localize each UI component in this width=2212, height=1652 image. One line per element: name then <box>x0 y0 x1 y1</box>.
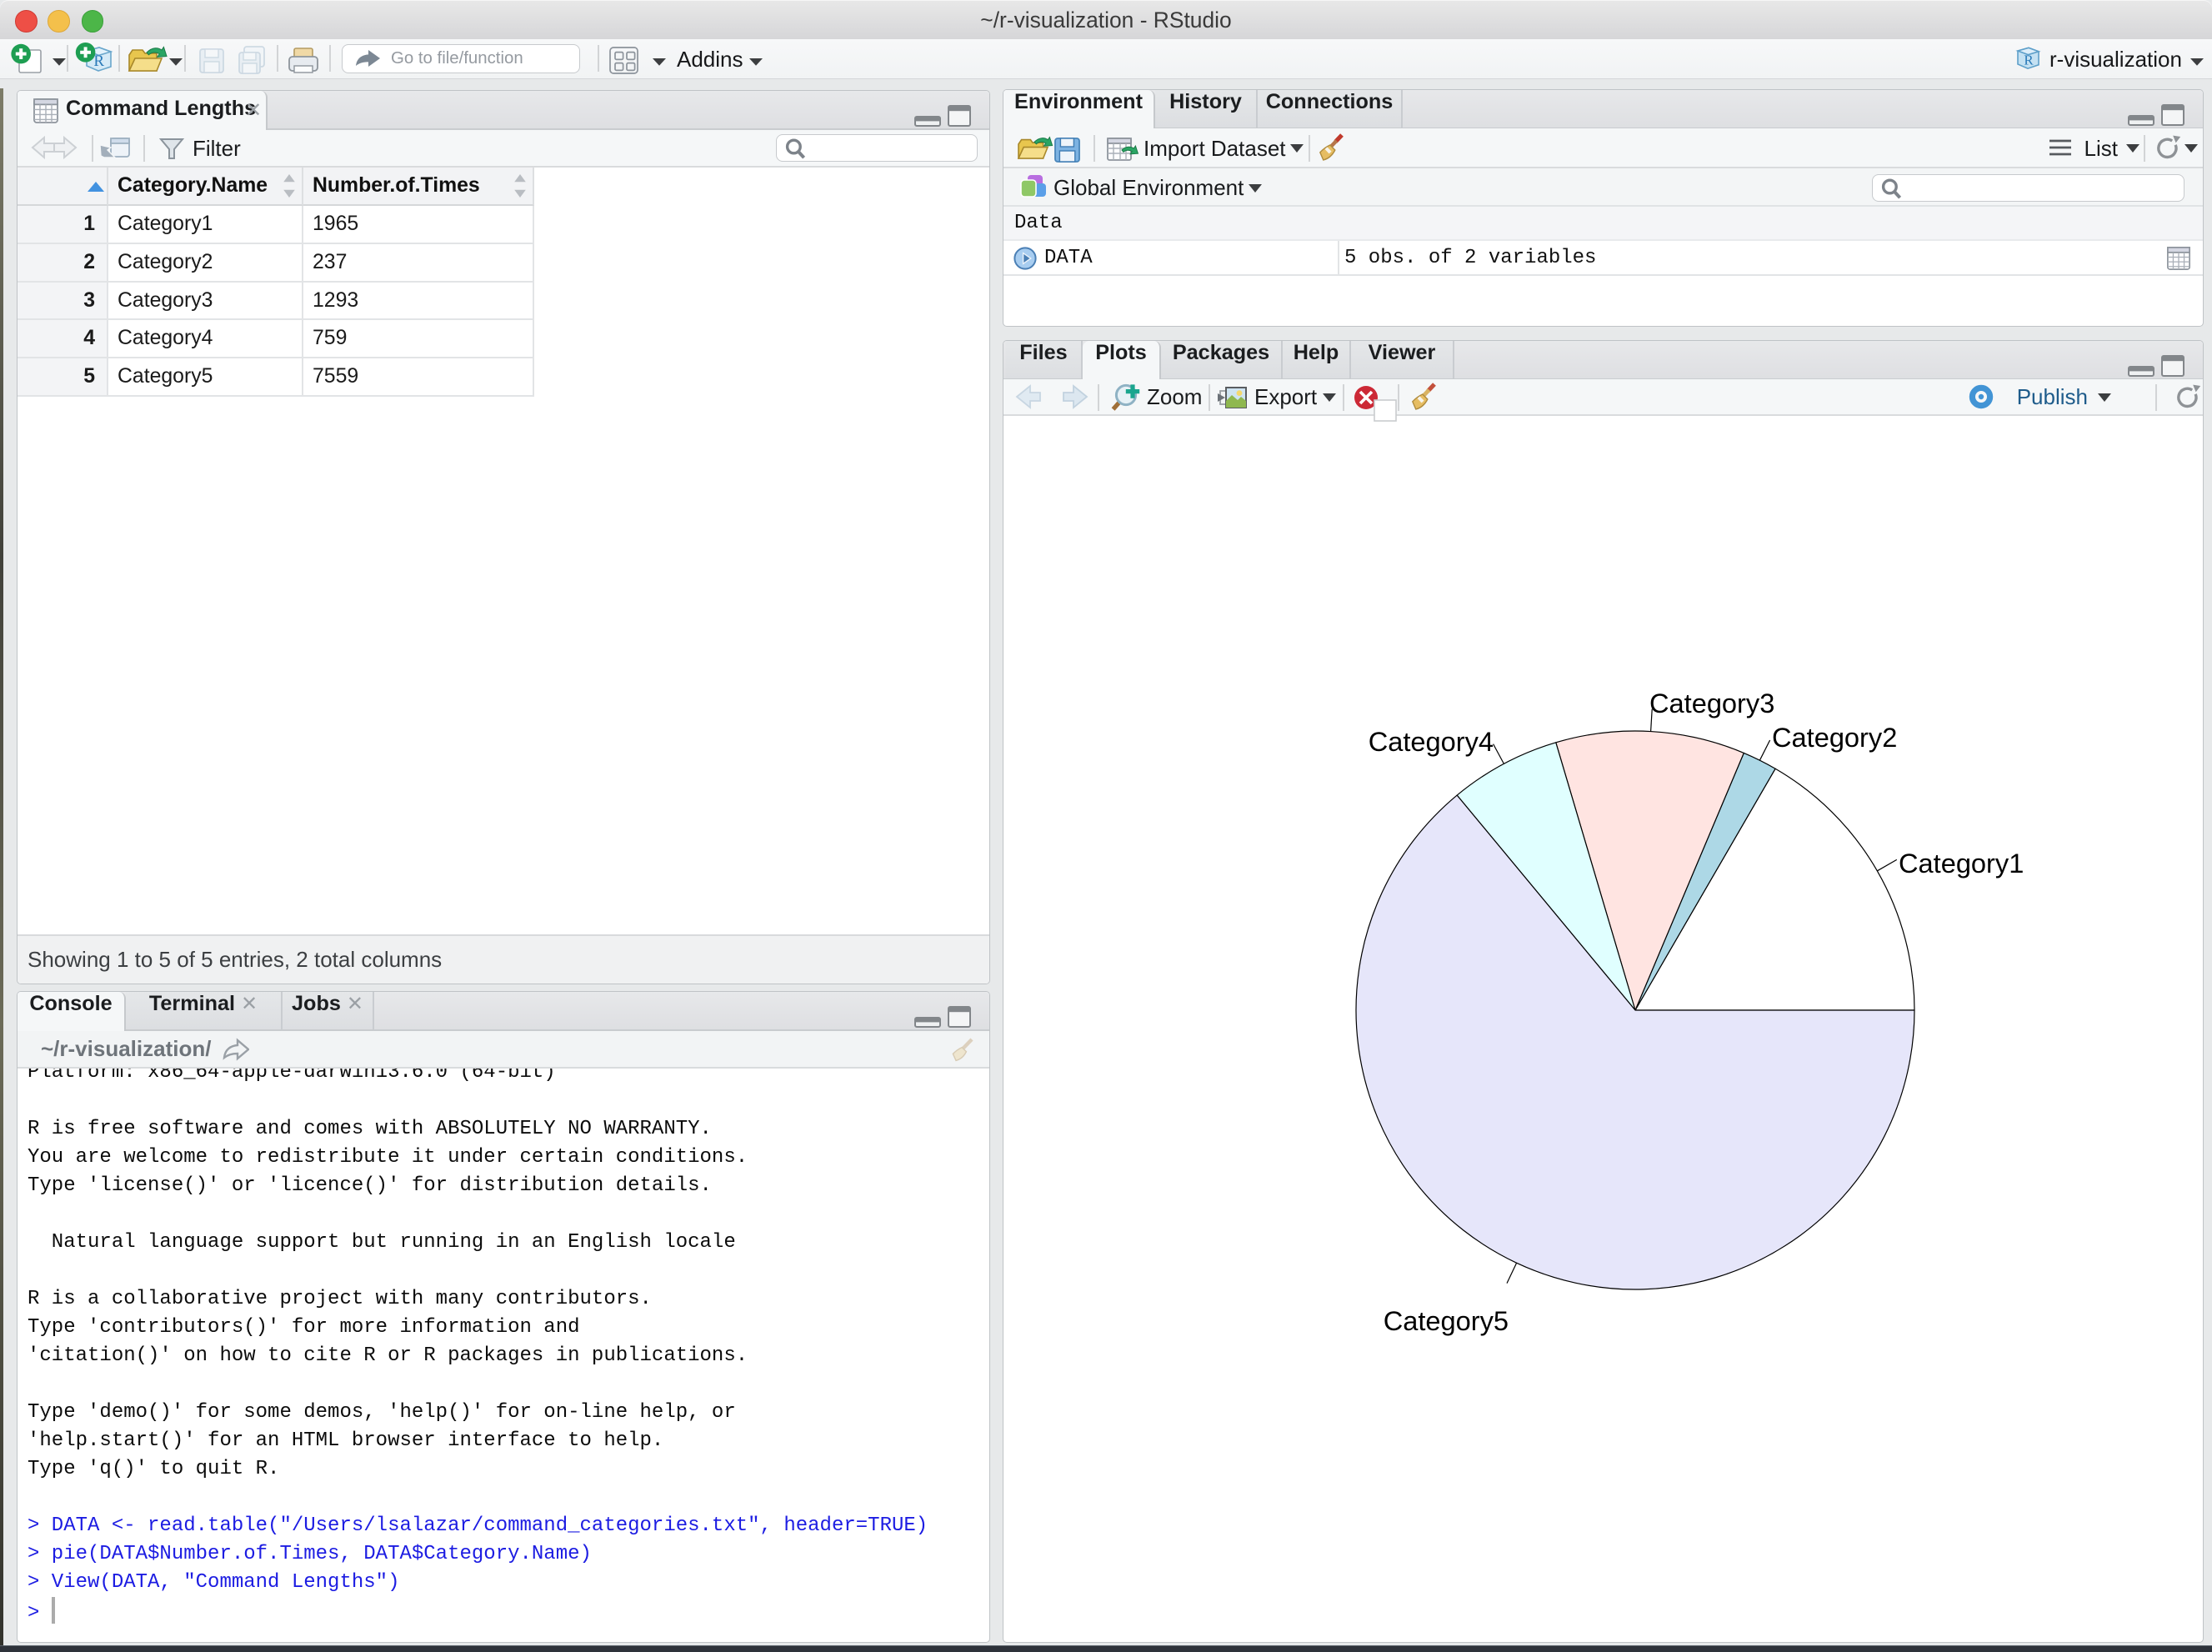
svg-text:Category4: Category4 <box>1369 726 1494 757</box>
svg-text:Category2: Category2 <box>1772 722 1897 753</box>
svg-text:Category3: Category3 <box>1649 688 1774 718</box>
svg-text:R: R <box>2024 53 2034 68</box>
svg-text:Category1: Category1 <box>1899 848 2024 879</box>
svg-text:R: R <box>93 53 104 70</box>
svg-text:Category5: Category5 <box>1384 1305 1509 1336</box>
